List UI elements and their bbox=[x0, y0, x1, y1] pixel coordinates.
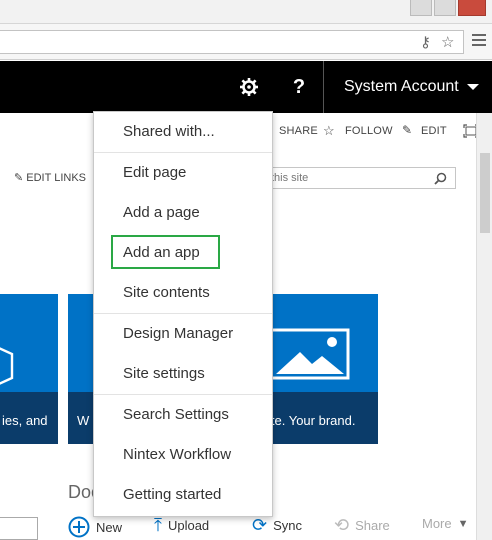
account-name[interactable]: System Account bbox=[344, 78, 459, 96]
menu-item-nintex-workflow[interactable]: Nintex Workflow bbox=[94, 435, 272, 475]
edit-links-label: EDIT LINKS bbox=[26, 172, 86, 184]
follow-action[interactable]: FOLLOW bbox=[345, 125, 393, 137]
scrollbar-thumb[interactable] bbox=[480, 153, 490, 233]
upload-button[interactable]: ⤒ Upload bbox=[154, 516, 209, 534]
suite-bar: ? System Account bbox=[0, 61, 492, 113]
share-icon: ⟲ bbox=[334, 515, 350, 535]
tile-right-text: ite. Your brand. bbox=[268, 413, 356, 428]
tile-middle[interactable]: W bbox=[68, 294, 94, 444]
help-button[interactable]: ? bbox=[276, 61, 322, 113]
upload-arrow-icon: ⤒ bbox=[154, 515, 162, 535]
suite-divider bbox=[323, 61, 324, 113]
browser-menu-icon[interactable] bbox=[472, 34, 486, 49]
account-caret-icon[interactable] bbox=[467, 84, 479, 90]
tile-left-text: ies, and bbox=[2, 413, 48, 428]
menu-item-add-a-page[interactable]: Add a page bbox=[94, 193, 272, 233]
maximize-button[interactable] bbox=[434, 0, 456, 16]
window-controls bbox=[410, 0, 486, 16]
menu-item-label: Edit page bbox=[123, 164, 187, 181]
menu-item-label: Shared with... bbox=[123, 123, 215, 140]
tile-left[interactable]: ies, and bbox=[0, 294, 58, 444]
menu-item-shared-with[interactable]: Shared with... bbox=[94, 112, 272, 152]
pencil-icon: ✎ bbox=[14, 172, 27, 184]
share-button[interactable]: ⟲ Share bbox=[334, 516, 390, 534]
menu-item-label: Add a page bbox=[123, 204, 200, 221]
tile-right[interactable]: ite. Your brand. bbox=[268, 294, 378, 444]
documents-search-input[interactable] bbox=[0, 517, 38, 540]
key-icon[interactable]: ⚷ bbox=[420, 33, 431, 51]
settings-menu: Shared with... Edit page Add a page Add … bbox=[93, 111, 273, 517]
more-label: More bbox=[422, 516, 452, 531]
upload-label: Upload bbox=[167, 517, 210, 533]
pencil-icon[interactable]: ✎ bbox=[402, 123, 412, 137]
search-placeholder: this site bbox=[271, 172, 309, 184]
menu-item-label: Site contents bbox=[123, 284, 210, 301]
search-icon[interactable] bbox=[434, 172, 447, 185]
edit-action[interactable]: EDIT bbox=[421, 125, 447, 137]
menu-item-label: Getting started bbox=[123, 486, 222, 503]
settings-gear-button[interactable] bbox=[226, 61, 272, 113]
menu-item-site-contents[interactable]: Site contents bbox=[94, 273, 272, 313]
search-input[interactable]: this site bbox=[250, 167, 456, 189]
browser-toolbar: ⚷ ☆ bbox=[0, 24, 492, 60]
share-action[interactable]: SHARE bbox=[279, 125, 318, 137]
menu-item-label: Site settings bbox=[123, 365, 205, 382]
sync-button[interactable]: ⟳ Sync bbox=[252, 516, 302, 534]
menu-item-site-settings[interactable]: Site settings bbox=[94, 354, 272, 394]
menu-item-search-settings[interactable]: Search Settings bbox=[94, 395, 272, 435]
sync-icon: ⟳ bbox=[252, 515, 268, 535]
menu-item-getting-started[interactable]: Getting started bbox=[94, 475, 272, 515]
share-label: Share bbox=[355, 517, 390, 533]
address-bar[interactable]: ⚷ ☆ bbox=[0, 30, 464, 54]
menu-item-label: Design Manager bbox=[123, 325, 234, 342]
sync-label: Sync bbox=[273, 517, 302, 533]
tile-middle-text: W bbox=[77, 413, 90, 428]
gear-icon bbox=[240, 78, 258, 96]
menu-item-edit-page[interactable]: Edit page bbox=[94, 153, 272, 193]
browser-titlebar bbox=[0, 0, 492, 24]
menu-item-label: Search Settings bbox=[123, 406, 229, 423]
bookmark-star-icon[interactable]: ☆ bbox=[441, 33, 454, 51]
menu-item-design-manager[interactable]: Design Manager bbox=[94, 314, 272, 354]
new-label: New bbox=[96, 519, 123, 535]
close-window-button[interactable] bbox=[458, 0, 486, 16]
hexagon-icon bbox=[0, 347, 14, 385]
minimize-button[interactable] bbox=[410, 0, 432, 16]
image-icon bbox=[272, 328, 350, 380]
chevron-down-icon: ▼ bbox=[457, 517, 469, 530]
menu-item-label: Nintex Workflow bbox=[123, 446, 232, 463]
new-button[interactable]: New bbox=[68, 516, 122, 538]
more-button[interactable]: More ▼ bbox=[422, 516, 469, 531]
add-circle-icon bbox=[68, 516, 90, 538]
highlight-box bbox=[111, 235, 220, 269]
follow-star-icon[interactable]: ☆ bbox=[323, 123, 335, 139]
vertical-scrollbar[interactable] bbox=[476, 113, 492, 540]
edit-links[interactable]: ✎ EDIT LINKS bbox=[14, 171, 86, 184]
